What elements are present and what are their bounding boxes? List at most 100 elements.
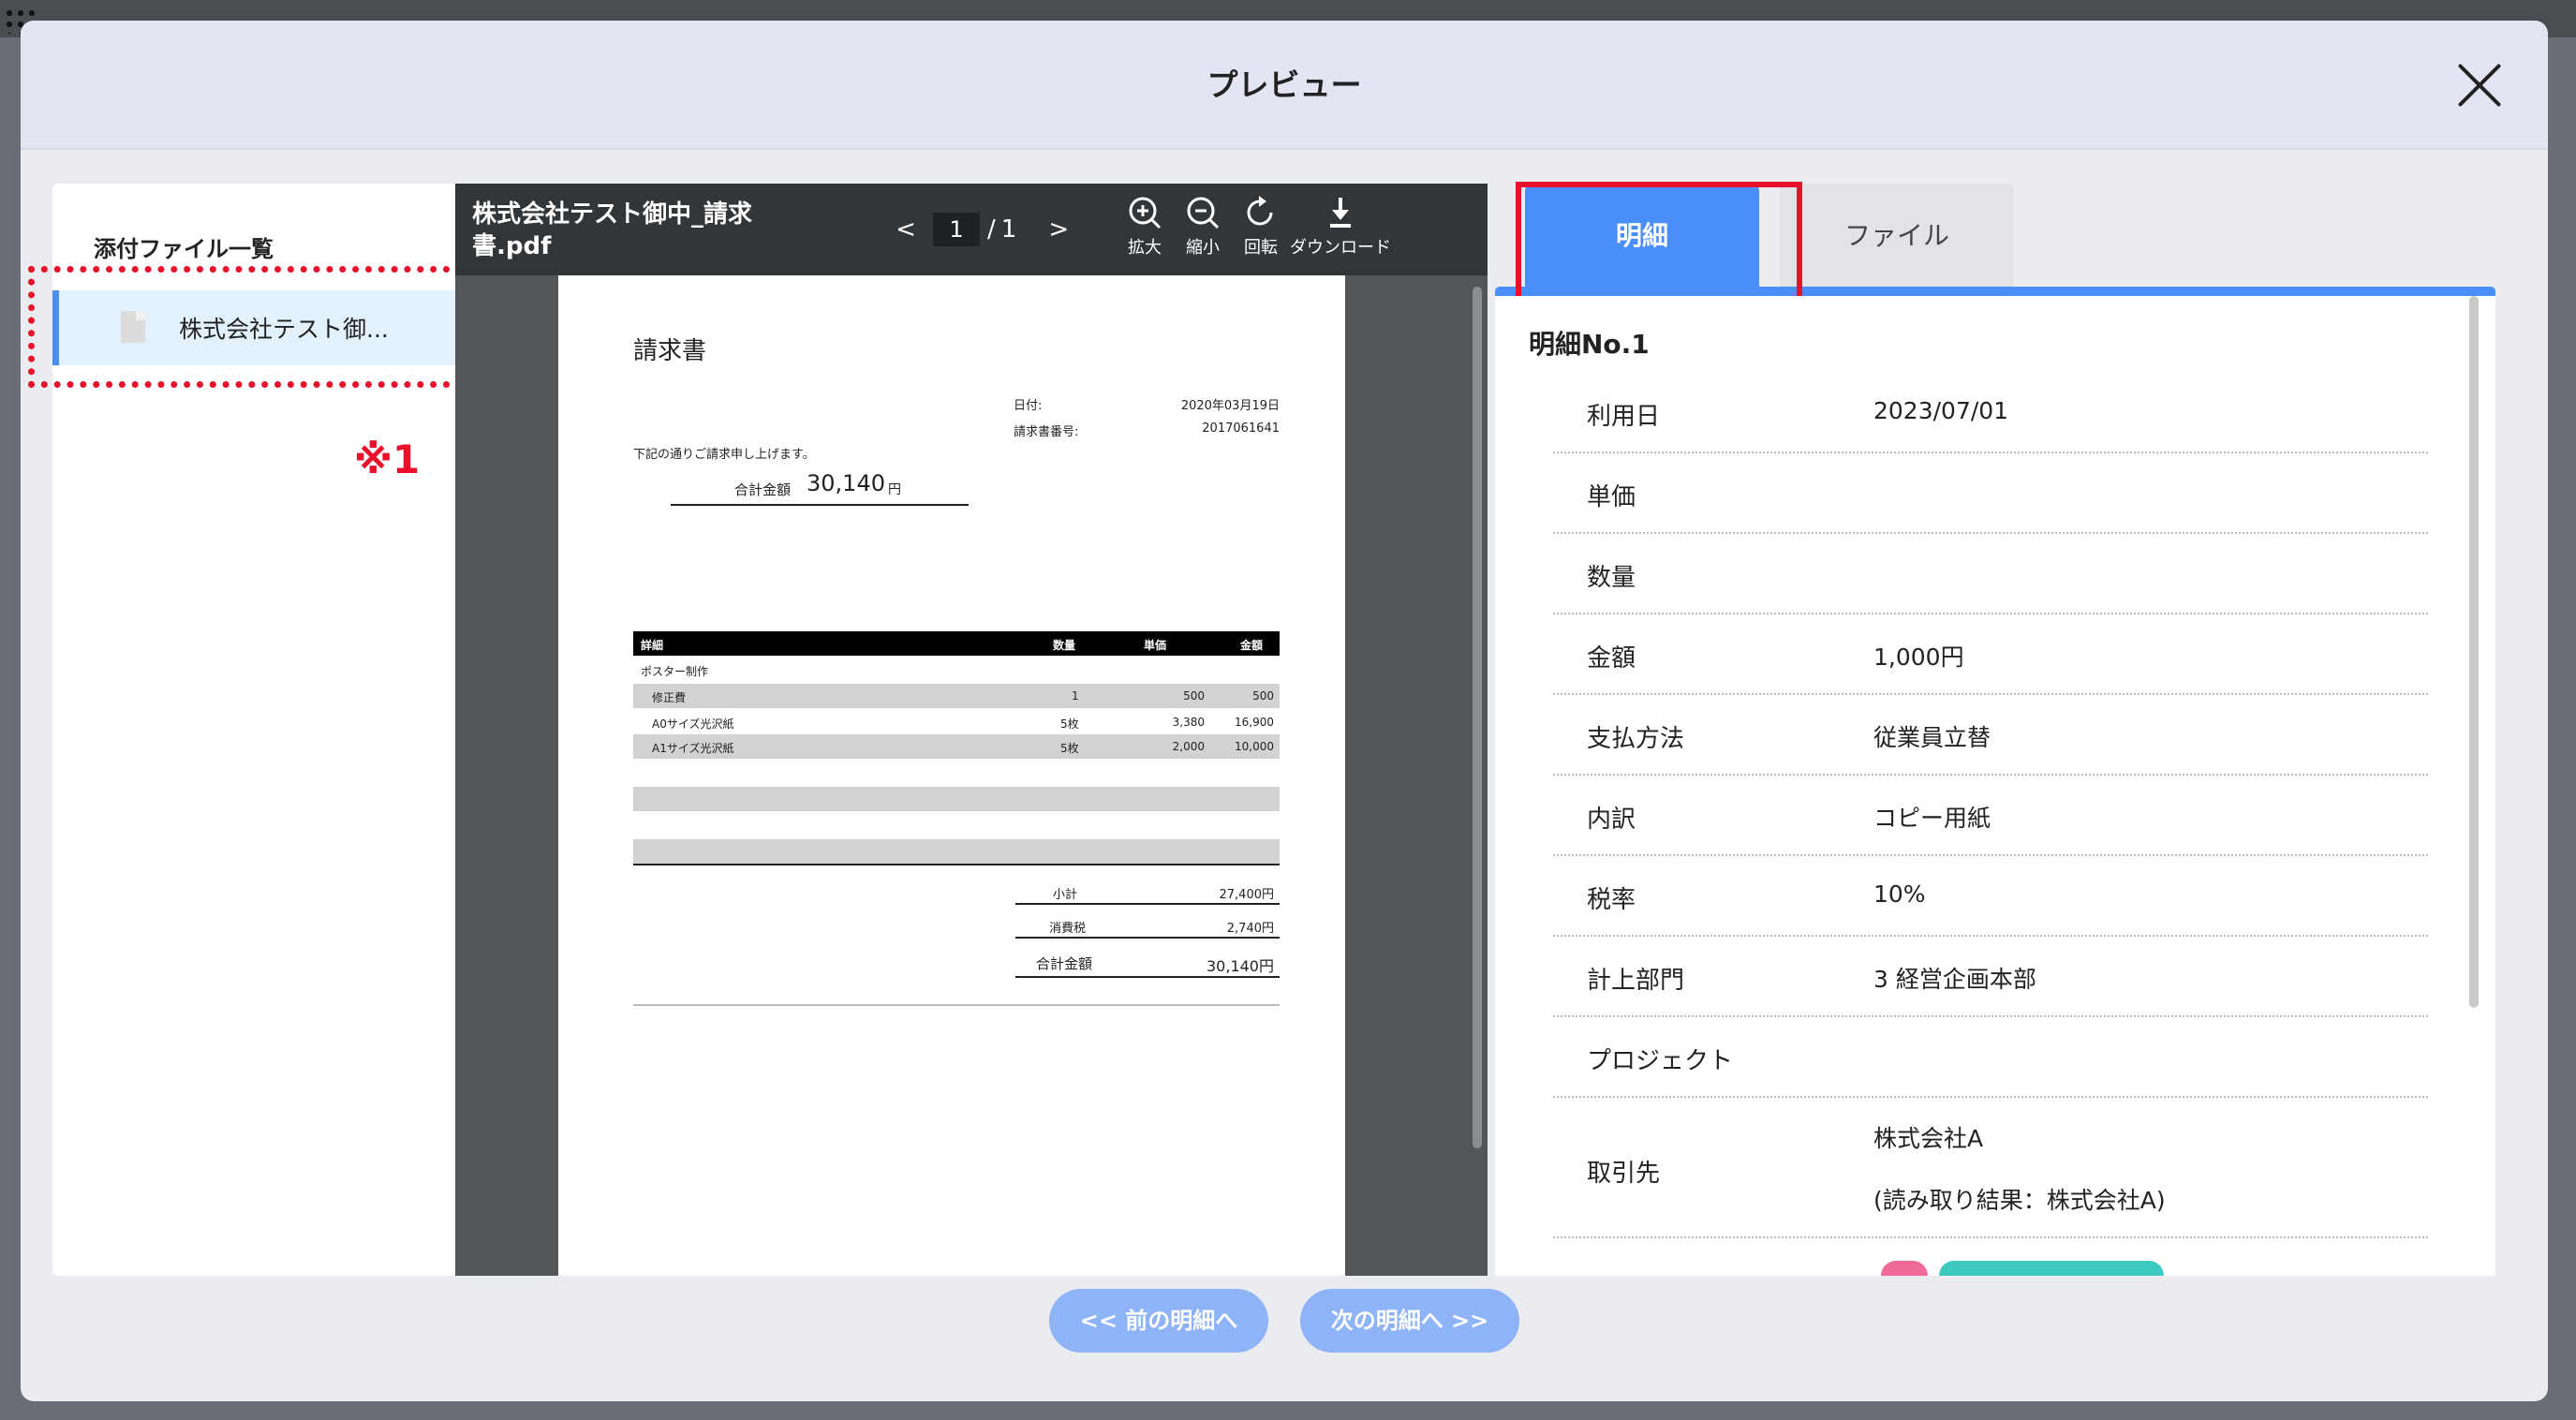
invoice-grand-total-value: 30,140円 (1207, 957, 1274, 975)
detail-row: 単価 (1553, 453, 2428, 534)
detail-value: 1,000円 (1873, 643, 1964, 671)
annotation-tab-highlight (1516, 182, 1802, 313)
pdf-pager: < / 1 > (892, 212, 1073, 247)
invoice-row-unit: 3,380 (1172, 716, 1205, 729)
invoice-table-header: 詳細 数量 単価 金額 (633, 631, 1280, 656)
invoice-date-label: 日付: (1014, 399, 1043, 413)
detail-label: 数量 (1587, 564, 1636, 592)
invoice-header-item: 詳細 (641, 639, 664, 652)
invoice-total-label: 合計金額 (734, 481, 792, 498)
detail-row-vendor: 取引先 株式会社A (読み取り結果：株式会社A) (1553, 1098, 2428, 1238)
annotation-dotted-highlight (28, 266, 476, 388)
detail-label: 支払方法 (1587, 725, 1685, 753)
detail-row: プロジェクト (1553, 1017, 2428, 1098)
pdf-page-separator: / (987, 215, 996, 244)
detail-row: 金額 1,000円 (1553, 614, 2428, 695)
detail-label: 利用日 (1587, 403, 1661, 431)
invoice-subtotal-label: 小計 (1053, 888, 1078, 902)
invoice-row-item: A0サイズ光沢紙 (652, 717, 734, 731)
pdf-page-input[interactable] (933, 213, 980, 246)
invoice-footer-line (633, 1004, 1280, 1006)
invoice-table-row: A1サイズ光沢紙 5枚 2,000 10,000 (633, 734, 1280, 759)
pdf-prev-page-button[interactable]: < (892, 215, 920, 244)
invoice-tax-label: 消費税 (1049, 922, 1087, 936)
detail-label: 内訳 (1587, 806, 1636, 834)
invoice-grand-total-line (1015, 976, 1280, 978)
download-icon (1330, 198, 1351, 228)
pdf-viewer: 株式会社テスト御中_請求書.pdf < / 1 > 拡大 縮小 回転 ダウンロー… (455, 184, 1488, 1276)
pdf-filename: 株式会社テスト御中_請求書.pdf (472, 200, 753, 260)
detail-label: 計上部門 (1587, 967, 1685, 995)
tag-pill (1939, 1261, 2164, 1276)
invoice-date-value: 2020年03月19日 (1180, 399, 1280, 413)
detail-row: 利用日 2023/07/01 (1553, 373, 2428, 453)
close-icon[interactable] (2456, 62, 2503, 109)
invoice-grand-total-label: 合計金額 (1036, 955, 1093, 972)
modal-header: プレビュー (21, 21, 2548, 150)
invoice-table-row (633, 839, 1280, 864)
invoice-tax-value: 2,740円 (1226, 922, 1274, 936)
prev-detail-button[interactable]: << 前の明細へ (1049, 1289, 1268, 1353)
detail-title: 明細No.1 (1529, 329, 1650, 360)
invoice-row-unit: 2,000 (1172, 740, 1205, 753)
next-detail-button[interactable]: 次の明細へ >> (1300, 1289, 1519, 1353)
pdf-toolbar: 株式会社テスト御中_請求書.pdf < / 1 > 拡大 縮小 回転 ダウンロー… (455, 184, 1488, 275)
detail-row: 支払方法 従業員立替 (1553, 695, 2428, 776)
tab-file[interactable]: ファイル (1780, 184, 2014, 288)
detail-scrollbar[interactable] (2469, 296, 2479, 1008)
detail-value: 10% (1873, 880, 1926, 908)
pdf-scrollbar[interactable] (1473, 287, 1482, 1148)
invoice-row-qty: 1 (1072, 689, 1079, 703)
zoom-in-icon (1129, 197, 1162, 229)
invoice-tax-line (1015, 937, 1280, 939)
detail-label: 単価 (1587, 483, 1636, 511)
invoice-greeting: 下記の通りご請求申し上げます。 (633, 448, 815, 462)
invoice-number-label: 請求書番号: (1014, 425, 1079, 439)
invoice-row-amount: 500 (1252, 689, 1274, 703)
pdf-page: 請求書 日付: 2020年03月19日 請求書番号: 2017061641 下記… (558, 275, 1345, 1276)
detail-row: 数量 (1553, 534, 2428, 614)
invoice-row-amount: 16,900 (1235, 716, 1274, 729)
detail-vendor-value: 株式会社A (1873, 1125, 1984, 1152)
detail-value: 3 経営企画本部 (1873, 966, 2036, 993)
invoice-header-amount: 金額 (1240, 639, 1264, 652)
invoice-row-unit: 500 (1183, 689, 1205, 703)
detail-value: 2023/07/01 (1873, 397, 2009, 424)
invoice-total-value: 30,140 (807, 470, 885, 496)
invoice-row-item: 修正費 (652, 691, 687, 704)
invoice-row-item: A1サイズ光沢紙 (652, 742, 734, 755)
annotation-note-mark: ※1 (354, 436, 421, 482)
detail-row: 内訳 コピー用紙 (1553, 776, 2428, 856)
invoice-number-value: 2017061641 (1202, 422, 1280, 436)
invoice-grand-total-row: 合計金額 30,140円 (1015, 944, 1280, 976)
invoice-row-qty: 5枚 (1060, 742, 1079, 755)
detail-value: コピー用紙 (1873, 805, 1991, 832)
invoice-row-item: ポスター制作 (641, 665, 709, 678)
invoice-table-row: 修正費 1 500 500 (633, 684, 1280, 708)
detail-label: 取引先 (1587, 1160, 1661, 1188)
invoice-row-qty: 5枚 (1060, 717, 1079, 731)
pdf-page-total: 1 (1000, 215, 1017, 244)
invoice-total-unit: 円 (888, 482, 901, 497)
detail-label: 税率 (1587, 886, 1636, 914)
download-button[interactable]: ダウンロード (1270, 195, 1411, 270)
detail-row: 計上部門 3 経営企画本部 (1553, 937, 2428, 1017)
download-label: ダウンロード (1290, 238, 1391, 258)
detail-panel: 明細No.1 利用日 2023/07/01 単価 数量 金額 1,000円 支払… (1495, 296, 2495, 1276)
invoice-header-qty: 数量 (1053, 639, 1076, 652)
invoice-header-unit: 単価 (1144, 639, 1167, 652)
invoice-table-bottom-line (633, 864, 1280, 865)
invoice-table-row: A0サイズ光沢紙 5枚 3,380 16,900 (633, 710, 1280, 734)
invoice-total-underline (671, 504, 969, 506)
invoice-subtotal-row: 小計 27,400円 (1015, 875, 1280, 907)
invoice-title: 請求書 (633, 337, 707, 365)
zoom-out-icon (1187, 197, 1220, 229)
invoice-subtotal-value: 27,400円 (1219, 888, 1275, 902)
invoice-tax-row: 消費税 2,740円 (1015, 909, 1280, 940)
pdf-next-page-button[interactable]: > (1044, 215, 1073, 244)
invoice-table-row (633, 787, 1280, 811)
modal-title: プレビュー (1207, 67, 1362, 103)
invoice-table-row: ポスター制作 (633, 658, 1280, 682)
detail-value: 従業員立替 (1873, 724, 1991, 751)
detail-label: プロジェクト (1587, 1047, 1734, 1075)
